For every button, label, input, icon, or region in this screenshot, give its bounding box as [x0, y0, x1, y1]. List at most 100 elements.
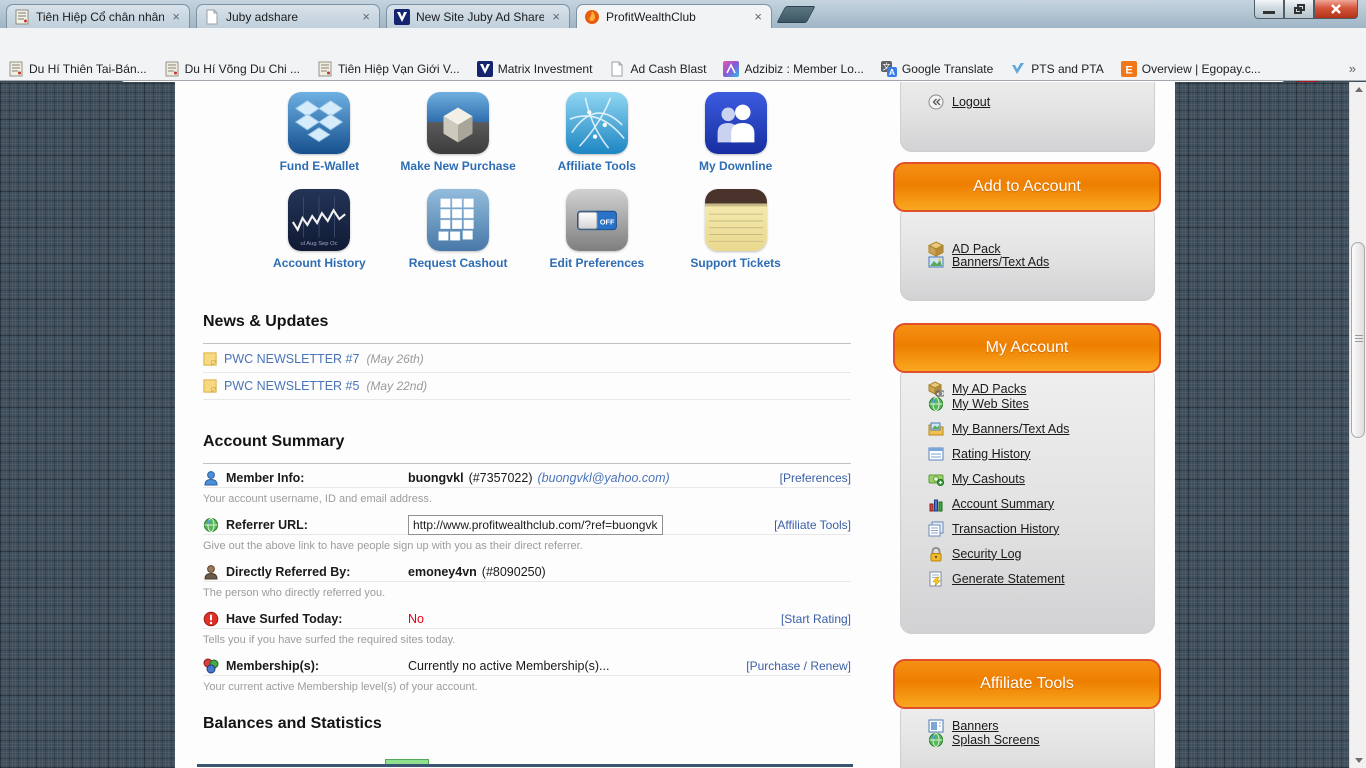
shortcut-label[interactable]: Edit Preferences — [550, 256, 645, 270]
bookmark-label: PTS and PTA — [1031, 62, 1104, 76]
tab-novel-1[interactable]: Tiên Hiệp Cổ chân nhân - × — [6, 4, 190, 28]
splash-screens-link[interactable]: Splash Screens — [952, 733, 1040, 747]
my-web-sites-link[interactable]: My Web Sites — [952, 397, 1029, 411]
banners-text-ads-item[interactable]: Banners/Text Ads — [900, 249, 1155, 274]
my-web-sites-item[interactable]: My Web Sites — [900, 391, 1155, 416]
bookmarks-bar: Du Hí Thiên Tai-Bán... Du Hí Võng Du Chi… — [0, 58, 1366, 81]
bookmark-item[interactable]: PTS and PTA — [1010, 61, 1104, 77]
shortcut-label[interactable]: Support Tickets — [690, 256, 780, 270]
new-tab-button[interactable] — [776, 6, 816, 23]
logout-box: Logout — [900, 82, 1155, 152]
security-log-link[interactable]: Security Log — [952, 547, 1021, 561]
close-button[interactable] — [1314, 0, 1358, 19]
account-history-shortcut[interactable]: ul Aug Sep Oc Account History — [273, 189, 366, 270]
bookmark-item[interactable]: Du Hí Võng Du Chi ... — [164, 61, 300, 77]
newsletter-link[interactable]: PWC NEWSLETTER #7 — [224, 352, 359, 366]
restore-button[interactable] — [1284, 0, 1314, 19]
tab-new-site-juby[interactable]: New Site Juby Ad Share - 1 × — [386, 4, 570, 28]
make-new-purchase-icon — [427, 92, 490, 154]
shortcut-label[interactable]: My Downline — [699, 159, 772, 173]
shortcut-label[interactable]: Make New Purchase — [400, 159, 515, 173]
bookmarks-overflow-chevron[interactable]: » — [1349, 61, 1356, 76]
support-tickets-shortcut[interactable]: Support Tickets — [690, 189, 781, 270]
affiliate-tools-shortcut[interactable]: Affiliate Tools — [558, 92, 636, 173]
splash-screens-item[interactable]: Splash Screens — [900, 727, 1155, 752]
newsletter-note-icon — [203, 352, 217, 366]
row-helper-text: Give out the above link to have people s… — [203, 540, 583, 552]
bookmark-item[interactable]: 文 A Google Translate — [880, 61, 993, 77]
my-account-header[interactable]: My Account — [893, 323, 1161, 373]
membership-spheres-icon — [203, 658, 219, 673]
bookmark-item[interactable]: Adzibiz : Member Lo... — [723, 61, 864, 77]
tab-title: Tiên Hiệp Cổ chân nhân - — [36, 9, 165, 24]
my-banners-item[interactable]: My Banners/Text Ads — [900, 416, 1155, 441]
bookmark-item[interactable]: Matrix Investment — [476, 61, 592, 77]
icon-caption: ul Aug Sep Oc — [301, 241, 338, 247]
add-to-account-header[interactable]: Add to Account — [893, 162, 1161, 212]
row-label: Member Info: — [226, 470, 305, 485]
purchase-renew-link[interactable]: [Purchase / Renew] — [746, 659, 851, 673]
tab-profitwealthclub[interactable]: ProfitWealthClub × — [576, 4, 772, 28]
banners-text-ads-link[interactable]: Banners/Text Ads — [952, 255, 1049, 269]
logout-link[interactable]: Logout — [952, 95, 990, 109]
page-viewport: Fund E-Wallet Make New Purchase Affiliat… — [0, 82, 1366, 768]
adzibiz-icon — [723, 61, 740, 77]
account-summary-heading: Account Summary — [203, 433, 345, 450]
rating-history-item[interactable]: Rating History — [900, 441, 1155, 466]
logout-item[interactable]: Logout — [900, 82, 1155, 110]
generate-statement-link[interactable]: Generate Statement — [952, 572, 1065, 586]
my-downline-shortcut[interactable]: My Downline — [699, 92, 772, 173]
scroll-up-button[interactable] — [1350, 82, 1366, 97]
svg-text:E: E — [1125, 65, 1132, 77]
preferences-link[interactable]: [Preferences] — [780, 471, 851, 485]
fund-ewallet-shortcut[interactable]: Fund E-Wallet — [280, 92, 360, 173]
make-new-purchase-shortcut[interactable]: Make New Purchase — [400, 92, 516, 173]
page-scrollbar[interactable] — [1349, 82, 1366, 768]
account-summary-item[interactable]: Account Summary — [900, 491, 1155, 516]
scrollbar-thumb[interactable] — [1351, 242, 1365, 438]
bookmark-item[interactable]: Tiên Hiệp Vạn Giới V... — [317, 61, 460, 77]
affiliate-tools-header[interactable]: Affiliate Tools — [893, 659, 1161, 709]
generate-statement-item[interactable]: Generate Statement — [900, 566, 1155, 591]
v-logo-favicon — [394, 8, 410, 25]
my-cashouts-item[interactable]: My Cashouts — [900, 466, 1155, 491]
tab-close-icon[interactable]: × — [360, 10, 372, 23]
tab-close-icon[interactable]: × — [170, 10, 182, 23]
shortcut-label[interactable]: Affiliate Tools — [558, 159, 636, 173]
transaction-history-link[interactable]: Transaction History — [952, 522, 1059, 536]
tab-juby-adshare[interactable]: Juby adshare × — [196, 4, 380, 28]
referrer-url-input[interactable] — [408, 514, 663, 535]
request-cashout-shortcut[interactable]: Request Cashout — [409, 189, 508, 270]
affiliate-tools-link[interactable]: [Affiliate Tools] — [774, 518, 851, 532]
banners-link[interactable]: Banners — [952, 719, 999, 733]
my-banners-link[interactable]: My Banners/Text Ads — [952, 422, 1069, 436]
tab-title: New Site Juby Ad Share - 1 — [416, 9, 545, 24]
statement-page-icon — [929, 571, 942, 586]
bookmark-item[interactable]: Du Hí Thiên Tai-Bán... — [8, 61, 147, 77]
tab-close-icon[interactable]: × — [550, 10, 562, 23]
rating-history-link[interactable]: Rating History — [952, 447, 1031, 461]
scroll-icon — [165, 61, 179, 77]
shortcut-label[interactable]: Account History — [273, 256, 366, 270]
google-translate-icon: 文A — [880, 61, 897, 77]
security-log-item[interactable]: Security Log — [900, 541, 1155, 566]
surfed-today-value: No — [408, 611, 424, 626]
bookmark-item[interactable]: Ad Cash Blast — [609, 61, 706, 77]
username-value: buongvkl — [408, 470, 464, 485]
svg-text:A: A — [889, 67, 895, 77]
package-link-icon — [928, 380, 944, 397]
newsletter-link[interactable]: PWC NEWSLETTER #5 — [224, 379, 359, 393]
shortcut-label[interactable]: Fund E-Wallet — [280, 159, 360, 173]
my-ad-packs-link[interactable]: My AD Packs — [952, 382, 1026, 396]
my-cashouts-link[interactable]: My Cashouts — [952, 472, 1025, 486]
bookmark-item[interactable]: E Overview | Egopay.c... — [1120, 61, 1261, 77]
edit-preferences-shortcut[interactable]: OFF Edit Preferences — [550, 189, 645, 270]
transaction-history-item[interactable]: Transaction History — [900, 516, 1155, 541]
bar-chart-icon — [929, 499, 943, 511]
tab-close-icon[interactable]: × — [752, 10, 764, 23]
minimize-button[interactable] — [1254, 0, 1284, 19]
account-summary-link[interactable]: Account Summary — [952, 497, 1054, 511]
start-rating-link[interactable]: [Start Rating] — [781, 612, 851, 626]
shortcut-label[interactable]: Request Cashout — [409, 256, 508, 270]
scroll-down-button[interactable] — [1350, 753, 1366, 768]
